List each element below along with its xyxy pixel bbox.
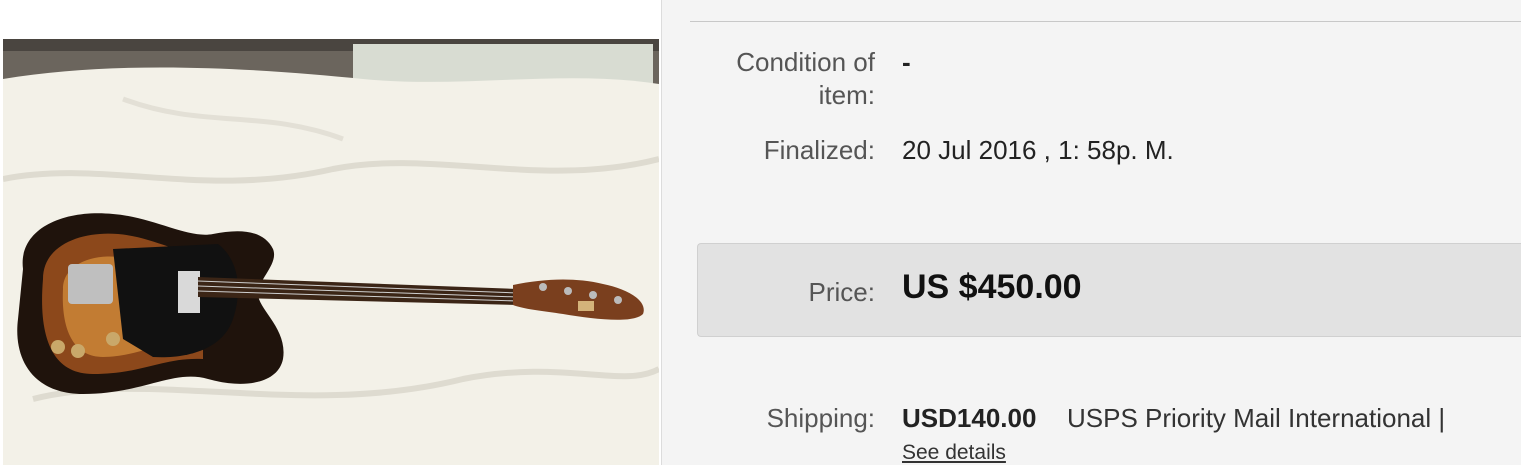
- price-value: US $450.00: [902, 268, 1082, 306]
- guitar-photo-illustration: [3, 39, 659, 465]
- finalized-date: 20 Jul 2016 , 1: 58p. M.: [902, 135, 1174, 165]
- finalized-label: Finalized:: [763, 135, 875, 165]
- see-details-link[interactable]: See details: [902, 440, 1006, 466]
- shipping-label: Shipping:: [766, 403, 875, 433]
- divider: [690, 21, 1521, 22]
- condition-label: Condition of item:: [736, 47, 875, 110]
- shipping-service: USPS Priority Mail International |: [1067, 403, 1446, 433]
- condition-value: -: [902, 47, 911, 77]
- item-details-panel: Condition of item: - Finalized: 20 Jul 2…: [662, 0, 1521, 465]
- item-photo[interactable]: [3, 39, 659, 465]
- price-label: Price:: [808, 277, 875, 307]
- photo-panel: [0, 0, 662, 465]
- shipping-cost: USD140.00: [902, 403, 1037, 433]
